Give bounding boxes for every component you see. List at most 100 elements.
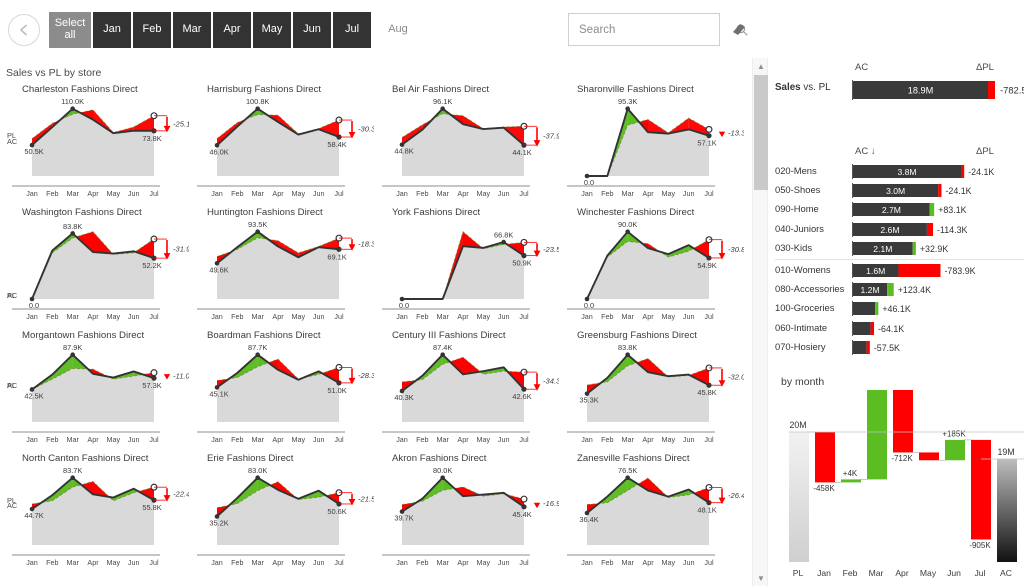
category-headers: AC ↓ ΔPL <box>769 146 1024 162</box>
peak-value-label: 83.7K <box>63 466 82 475</box>
store-chart-cell[interactable]: Sharonville Fashions Direct Jan Feb Mar Apr M… <box>559 84 744 202</box>
slicer-item-mar[interactable]: Mar <box>173 12 211 48</box>
slicer-item-jun[interactable]: Jun <box>293 12 331 48</box>
store-chart-cell[interactable]: Winchester Fashions Direct Jan Feb Mar Apr Ma… <box>559 207 744 325</box>
store-chart-cell[interactable]: Greensburg Fashions Direct Jan Feb Mar Apr Ma… <box>559 330 744 448</box>
store-chart-cell[interactable]: Erie Fashions Direct Jan Feb Mar Apr May Jun Ju… <box>189 453 374 571</box>
slicer-item-apr[interactable]: Apr <box>213 12 251 48</box>
search-container <box>568 13 748 46</box>
scroll-down-icon[interactable]: ▼ <box>753 570 769 586</box>
peak-point-marker <box>70 106 75 111</box>
category-row[interactable]: 010-Womens 1.6M -783.9K <box>769 261 1024 280</box>
category-row[interactable]: 080-Accessories 1.2M +123.4K <box>769 280 1024 299</box>
x-axis-tick: Jul <box>334 558 344 567</box>
last-value-label: 58.4K <box>327 140 346 149</box>
x-axis-tick: Mar <box>251 312 264 321</box>
first-value-label: 0.0 <box>584 301 594 310</box>
store-chart-cell[interactable]: Zanesville Fashions Direct Jan Feb Mar Apr Ma… <box>559 453 744 571</box>
peak-value-label: 96.1K <box>433 97 452 106</box>
scrollbar-thumb[interactable] <box>754 75 768 190</box>
x-axis-tick: Apr <box>642 189 654 198</box>
waterfall-bar <box>919 452 939 461</box>
slicer-item-aug[interactable]: Aug <box>379 12 417 48</box>
eraser-button[interactable] <box>730 21 748 37</box>
last-value-label: 54.9K <box>697 261 716 270</box>
kpi-bar-chart: 18.9M -782.5K <box>852 80 1024 100</box>
category-delta-bar <box>961 165 965 178</box>
month-slicer[interactable]: Select all Jan Feb Mar Apr May Jun Jul Aug <box>49 12 419 48</box>
x-axis-tick: Jan <box>26 435 38 444</box>
store-chart-cell[interactable]: Washington Fashions Direct Jan Feb Mar Apr Ma… <box>4 207 189 325</box>
x-axis-tick: Apr <box>457 189 469 198</box>
store-chart-cell[interactable]: North Canton Fashions Direct Jan Feb Mar Apr… <box>4 453 189 571</box>
store-chart-cell[interactable]: Century III Fashions Direct Jan Feb Mar Apr M… <box>374 330 559 448</box>
category-bar: 2.6M -114.3K <box>852 221 968 237</box>
store-chart-cell[interactable]: York Fashions Direct Jan Feb Mar Apr May Jun Ju… <box>374 207 559 325</box>
slicer-item-jul[interactable]: Jul <box>333 12 371 48</box>
peak-value-label: 83.0K <box>248 466 267 475</box>
waterfall-x-tick: May <box>920 568 937 578</box>
store-chart-title: Akron Fashions Direct <box>392 453 487 464</box>
waterfall-bar <box>893 374 913 453</box>
category-row[interactable]: 090-Home 2.7M +83.1K <box>769 200 1024 219</box>
slicer-item-jan[interactable]: Jan <box>93 12 131 48</box>
category-row[interactable]: 040-Juniors 2.6M -114.3K <box>769 220 1024 239</box>
category-row[interactable]: 030-Kids 2.1M +32.9K <box>769 239 1024 258</box>
slicer-item-may[interactable]: May <box>253 12 291 48</box>
search-input[interactable] <box>577 22 735 37</box>
x-axis-tick: Jun <box>313 558 325 567</box>
x-axis-tick: Apr <box>272 435 284 444</box>
x-axis-tick: Feb <box>416 558 428 567</box>
peak-point-marker <box>440 106 445 111</box>
category-delta-bar <box>912 241 916 255</box>
x-axis-tick: Mar <box>621 189 634 198</box>
waterfall-end-label: 19M <box>997 447 1014 457</box>
waterfall-x-tick: Jul <box>975 568 986 578</box>
store-chart-cell[interactable]: Charleston Fashions Direct Jan Feb Mar Apr Ma… <box>4 84 189 202</box>
actual-area <box>402 242 524 299</box>
scroll-up-icon[interactable]: ▲ <box>753 58 769 74</box>
kpi-label: Sales vs. PL <box>775 82 831 93</box>
category-variance-chart: AC ↓ ΔPL 020-Mens 3.8M -24.1K 050-Shoes 3.0M… <box>769 146 1024 357</box>
delta-percent-label: -11.0% <box>173 371 189 380</box>
category-actual-value: 1.6M <box>866 266 885 276</box>
peak-value-label: 83.8K <box>63 222 82 231</box>
category-row[interactable]: 070-Hosiery -57.5K <box>769 338 1024 357</box>
slicer-item-select-all[interactable]: Select all <box>49 12 91 48</box>
store-variance-chart: Jan Feb Mar Apr May Jun Jul 87.9K 42.5K 57.3K -11.… <box>12 343 189 444</box>
store-chart-cell[interactable]: Harrisburg Fashions Direct Jan Feb Mar Apr Ma… <box>189 84 374 202</box>
x-axis-tick: Jun <box>683 312 695 321</box>
back-button[interactable] <box>8 14 40 46</box>
x-axis-tick: Jun <box>128 558 140 567</box>
category-delta-bar <box>875 302 879 316</box>
last-value-label: 57.1K <box>697 139 716 148</box>
store-chart-cell[interactable]: Boardman Fashions Direct Jan Feb Mar Apr May J… <box>189 330 374 448</box>
x-axis-tick: Jul <box>519 189 529 198</box>
x-axis-tick: Jan <box>26 189 38 198</box>
search-box[interactable] <box>568 13 748 46</box>
summary-panel: AC ΔPL Sales vs. PL 18.9M -782.5K AC ↓ ΔP… <box>769 58 1024 586</box>
category-row[interactable]: 050-Shoes 3.0M -24.1K <box>769 181 1024 200</box>
category-bar: -64.1K <box>852 320 904 336</box>
x-axis-tick: Apr <box>87 558 99 567</box>
store-chart-cell[interactable]: Huntington Fashions Direct Jan Feb Mar Apr Ma… <box>189 207 374 325</box>
category-row[interactable]: 100-Groceries +46.1K <box>769 299 1024 318</box>
x-axis-tick: Jul <box>704 558 714 567</box>
store-chart-cell[interactable]: Bel Air Fashions Direct Jan Feb Mar Apr May Ju… <box>374 84 559 202</box>
variance-band <box>133 115 154 131</box>
slicer-item-feb[interactable]: Feb <box>133 12 171 48</box>
peak-value-label: 66.8K <box>494 231 513 240</box>
x-axis-tick: Jul <box>704 189 714 198</box>
x-axis-tick: May <box>477 435 491 444</box>
store-variance-chart: Jan Feb Mar Apr May Jun Jul 95.3K 0.0 57.1K -13.3% <box>567 97 744 198</box>
vertical-scrollbar[interactable]: ▲ ▼ <box>752 58 768 586</box>
kpi-label-rest: vs. PL <box>800 82 831 93</box>
store-chart-title: Zanesville Fashions Direct <box>577 453 690 464</box>
store-chart-cell[interactable]: Akron Fashions Direct Jan Feb Mar Apr May Jun J… <box>374 453 559 571</box>
category-row[interactable]: 020-Mens 3.8M -24.1K <box>769 162 1024 181</box>
category-row[interactable]: 060-Intimate -64.1K <box>769 319 1024 338</box>
x-axis-tick: Feb <box>601 189 613 198</box>
category-name: 050-Shoes <box>775 184 821 196</box>
store-chart-cell[interactable]: Morgantown Fashions Direct Jan Feb Mar Apr Ma… <box>4 330 189 448</box>
store-chart-title: Century III Fashions Direct <box>392 330 506 341</box>
